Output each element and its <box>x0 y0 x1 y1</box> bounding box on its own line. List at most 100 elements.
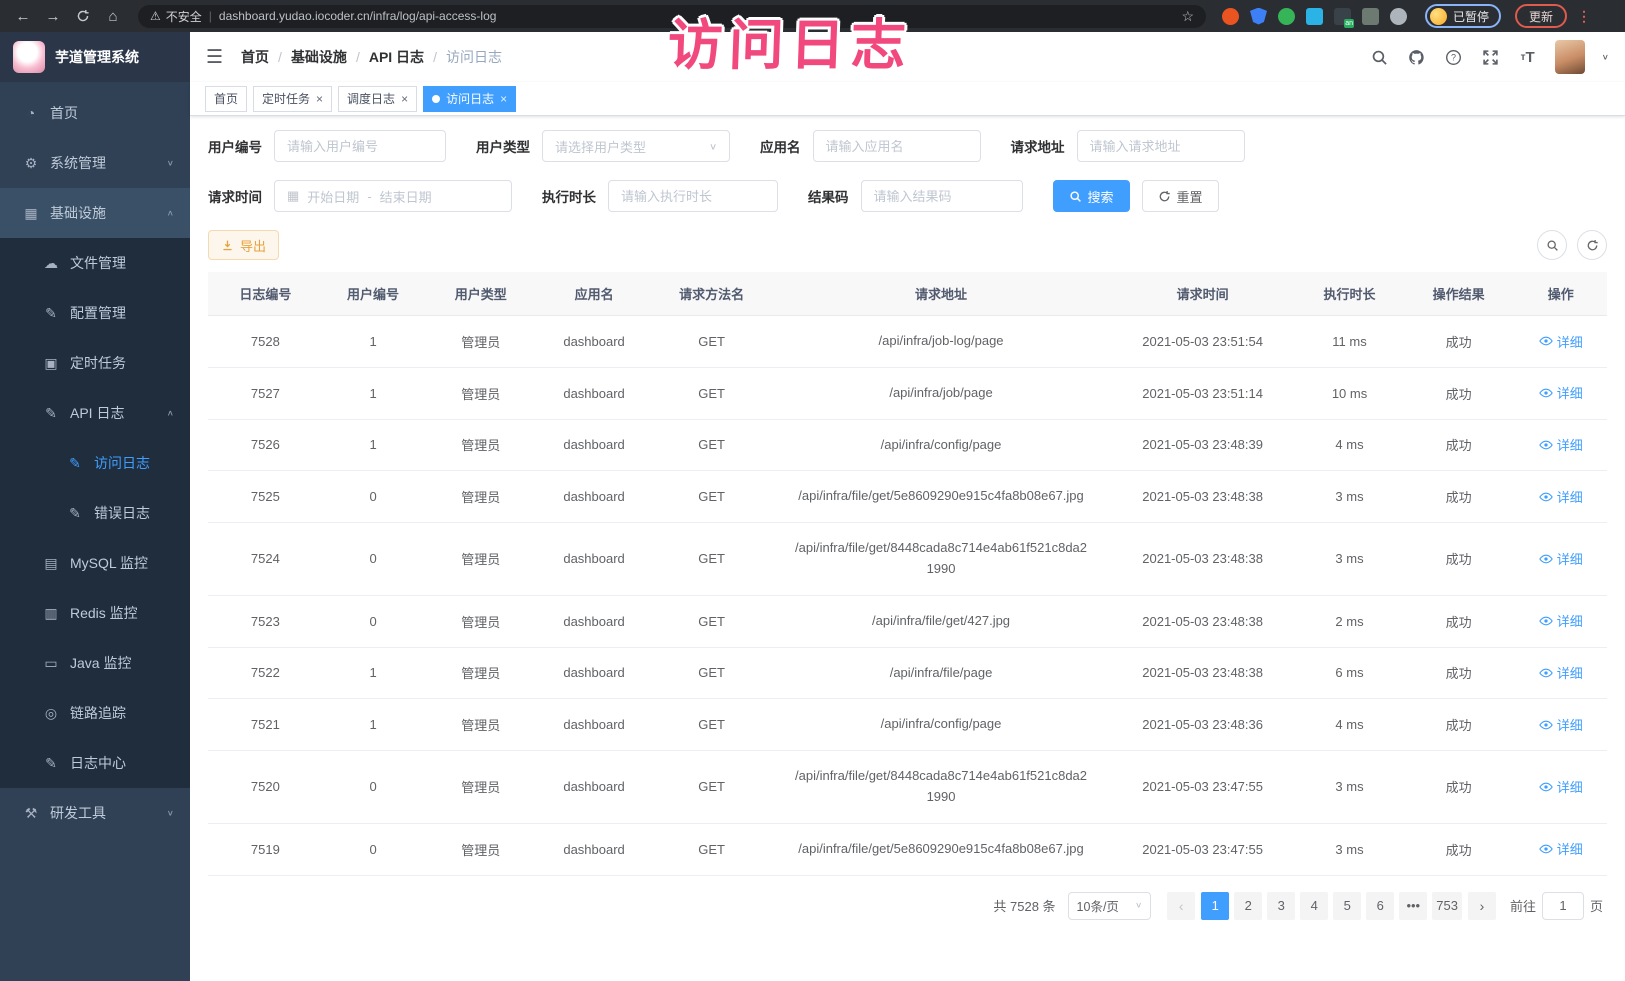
table-row: 75211管理员dashboardGET/api/infra/config/pa… <box>208 699 1607 751</box>
sidebar-item-redis-monitor[interactable]: ▥Redis 监控 <box>0 588 190 638</box>
sidebar-item-access-log[interactable]: ✎访问日志 <box>0 438 190 488</box>
user-type-select[interactable]: 请选择用户类型 ∨ <box>542 130 730 162</box>
page-button-3[interactable]: 3 <box>1267 892 1295 920</box>
green-extension-icon[interactable] <box>1278 8 1295 25</box>
detail-link[interactable]: 详细 <box>1539 839 1583 858</box>
sidebar-item-log-center[interactable]: ✎日志中心 <box>0 738 190 788</box>
sidebar-item-infrastructure[interactable]: ▦基础设施∧ <box>0 188 190 238</box>
grid-extension-icon[interactable] <box>1306 8 1323 25</box>
bookmark-star-icon[interactable]: ☆ <box>1181 8 1194 25</box>
font-size-icon[interactable]: тT <box>1518 47 1538 67</box>
detail-link[interactable]: 详细 <box>1539 715 1583 734</box>
page-button-6[interactable]: 6 <box>1366 892 1394 920</box>
user-avatar[interactable] <box>1555 40 1585 74</box>
detail-link[interactable]: 详细 <box>1539 332 1583 351</box>
result-code-input[interactable] <box>861 180 1023 212</box>
reload-icon[interactable] <box>70 4 96 28</box>
sidebar-item-java-monitor[interactable]: ▭Java 监控 <box>0 638 190 688</box>
breadcrumb-item[interactable]: API 日志 <box>369 47 424 67</box>
gray-extension-icon[interactable] <box>1362 8 1379 25</box>
orange-extension-icon[interactable] <box>1222 8 1239 25</box>
column-header: 用户编号 <box>323 272 424 316</box>
browser-menu-icon[interactable]: ⋮ <box>1577 8 1591 25</box>
avatar-caret-icon[interactable]: ∨ <box>1602 53 1609 62</box>
sidebar-item-mysql-monitor[interactable]: ▤MySQL 监控 <box>0 538 190 588</box>
tab-schedule-log[interactable]: 调度日志× <box>338 86 417 112</box>
tab-access-log[interactable]: 访问日志× <box>423 86 516 112</box>
menu-fold-icon[interactable]: ☰ <box>206 46 223 69</box>
address-bar[interactable]: ⚠ 不安全 | dashboard.yudao.iocoder.cn/infra… <box>138 5 1206 28</box>
home-icon[interactable]: ⌂ <box>100 4 126 28</box>
reset-button[interactable]: 重置 <box>1142 180 1219 212</box>
sidebar-item-dev-tools[interactable]: ⚒研发工具∨ <box>0 788 190 838</box>
tab-home[interactable]: 首页 <box>205 86 247 112</box>
breadcrumb-item[interactable]: 首页 <box>241 47 269 67</box>
paw-extension-icon[interactable] <box>1390 8 1407 25</box>
browser-update-button[interactable]: 更新 <box>1515 4 1567 28</box>
sidebar-item-config-management[interactable]: ✎配置管理 <box>0 288 190 338</box>
detail-link[interactable]: 详细 <box>1539 777 1583 796</box>
reset-button-label: 重置 <box>1177 187 1203 206</box>
cell-result: 成功 <box>1403 823 1515 875</box>
prev-page-button[interactable]: ‹ <box>1167 892 1195 920</box>
close-icon[interactable]: × <box>500 93 507 105</box>
close-icon[interactable]: × <box>401 93 408 105</box>
user-id-input[interactable] <box>274 130 446 162</box>
column-header: 请求方法名 <box>650 272 773 316</box>
cell-request-url: /api/infra/file/get/8448cada8c714e4ab61f… <box>773 751 1109 824</box>
tab-scheduled-tasks[interactable]: 定时任务× <box>253 86 332 112</box>
detail-link[interactable]: 详细 <box>1539 383 1583 402</box>
security-warning[interactable]: ⚠ 不安全 <box>150 8 202 25</box>
cell-request-url: /api/infra/file/get/8448cada8c714e4ab61f… <box>773 523 1109 596</box>
sidebar-item-file-management[interactable]: ☁文件管理 <box>0 238 190 288</box>
close-icon[interactable]: × <box>316 93 323 105</box>
sidebar-item-system-management[interactable]: ⚙系统管理∨ <box>0 138 190 188</box>
request-time-range-picker[interactable]: ▦ 开始日期 - 结束日期 <box>274 180 512 212</box>
github-icon[interactable] <box>1407 47 1427 67</box>
search-icon[interactable] <box>1370 47 1390 67</box>
goto-page-input[interactable] <box>1542 892 1584 920</box>
cell-duration: 2 ms <box>1296 595 1402 647</box>
refresh-table-button[interactable] <box>1577 230 1607 260</box>
detail-link[interactable]: 详细 <box>1539 487 1583 506</box>
browser-profile-button[interactable]: 已暂停 <box>1425 4 1501 28</box>
search-button[interactable]: 搜索 <box>1053 180 1130 212</box>
filter-label-app-name: 应用名 <box>760 136 801 156</box>
page-size-select[interactable]: 10条/页 ∨ <box>1068 892 1152 920</box>
sidebar-item-trace[interactable]: ◎链路追踪 <box>0 688 190 738</box>
detail-link[interactable]: 详细 <box>1539 549 1583 568</box>
forward-icon[interactable]: → <box>40 4 66 28</box>
page-button-753[interactable]: 753 <box>1432 892 1462 920</box>
detail-link[interactable]: 详细 <box>1539 663 1583 682</box>
cell-request-time: 2021-05-03 23:48:39 <box>1109 419 1296 471</box>
detail-link[interactable]: 详细 <box>1539 435 1583 454</box>
sidebar-item-scheduled-tasks[interactable]: ▣定时任务 <box>0 338 190 388</box>
page-button-5[interactable]: 5 <box>1333 892 1361 920</box>
log-center-icon: ✎ <box>40 755 62 772</box>
cell-request-url: /api/infra/config/page <box>773 419 1109 471</box>
an-extension-icon[interactable]: an <box>1334 8 1351 25</box>
sidebar-item-error-log[interactable]: ✎错误日志 <box>0 488 190 538</box>
detail-link-label: 详细 <box>1557 611 1583 630</box>
cell-actions: 详细 <box>1515 751 1607 824</box>
duration-input[interactable] <box>608 180 778 212</box>
page-button-4[interactable]: 4 <box>1300 892 1328 920</box>
app-name-input[interactable] <box>813 130 981 162</box>
toggle-search-button[interactable] <box>1537 230 1567 260</box>
fullscreen-icon[interactable] <box>1481 47 1501 67</box>
next-page-button[interactable]: › <box>1468 892 1496 920</box>
sidebar-item-api-logs[interactable]: ✎API 日志∧ <box>0 388 190 438</box>
request-url-input[interactable] <box>1077 130 1245 162</box>
sidebar-logo[interactable]: 芋道管理系统 <box>0 32 190 82</box>
page-button-2[interactable]: 2 <box>1234 892 1262 920</box>
export-button[interactable]: 导出 <box>208 230 279 260</box>
sidebar-item-home[interactable]: ◔首页 <box>0 88 190 138</box>
breadcrumb-item[interactable]: 基础设施 <box>291 47 347 67</box>
shield-extension-icon[interactable] <box>1250 8 1267 25</box>
page-ellipsis[interactable]: ••• <box>1399 892 1427 920</box>
help-icon[interactable]: ? <box>1444 47 1464 67</box>
detail-link[interactable]: 详细 <box>1539 611 1583 630</box>
export-button-label: 导出 <box>240 236 266 255</box>
page-button-1[interactable]: 1 <box>1201 892 1229 920</box>
back-icon[interactable]: ← <box>10 4 36 28</box>
